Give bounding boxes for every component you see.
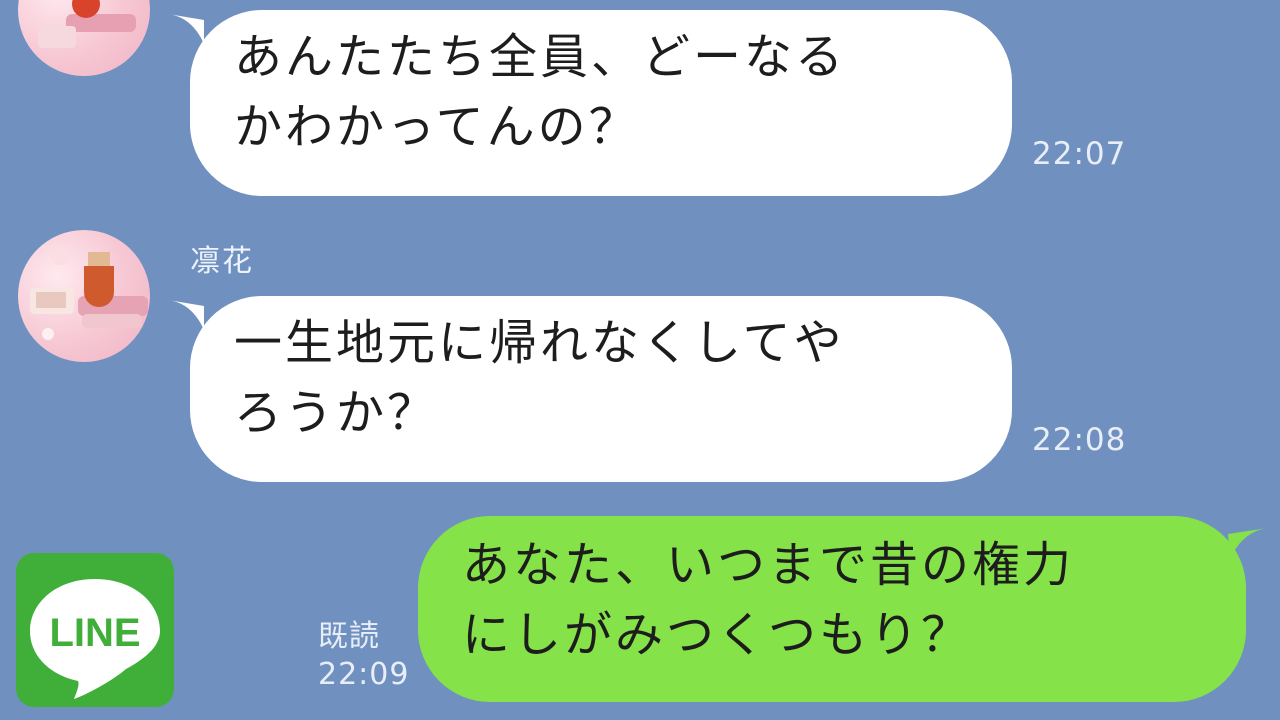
- avatar[interactable]: [18, 0, 150, 76]
- message-time: 22:07: [1032, 136, 1127, 172]
- avatar[interactable]: [18, 230, 150, 362]
- chat-area: あんたたち全員、どーなる かわかってんの？ 22:07 凛花 一生地元に帰れなく…: [0, 0, 1280, 720]
- read-status: 既読 22:09: [318, 618, 409, 694]
- sender-name: 凛花: [190, 244, 254, 279]
- avatar-image: [30, 247, 148, 340]
- read-label: 既読: [318, 619, 380, 654]
- message-time: 22:08: [1032, 422, 1127, 458]
- line-logo-text: LINE: [49, 611, 140, 655]
- line-logo-icon: LINE: [30, 579, 160, 699]
- message-bubble[interactable]: 一生地元に帰れなくしてや ろうか？: [190, 296, 1012, 482]
- avatar-image: [38, 0, 136, 48]
- message-bubble[interactable]: あんたたち全員、どーなる かわかってんの？: [190, 10, 1012, 196]
- message-bubble[interactable]: あなた、いつまで昔の権力 にしがみつくつもり？: [418, 516, 1246, 702]
- line-logo: LINE: [16, 553, 174, 707]
- message-time: 22:09: [318, 657, 410, 692]
